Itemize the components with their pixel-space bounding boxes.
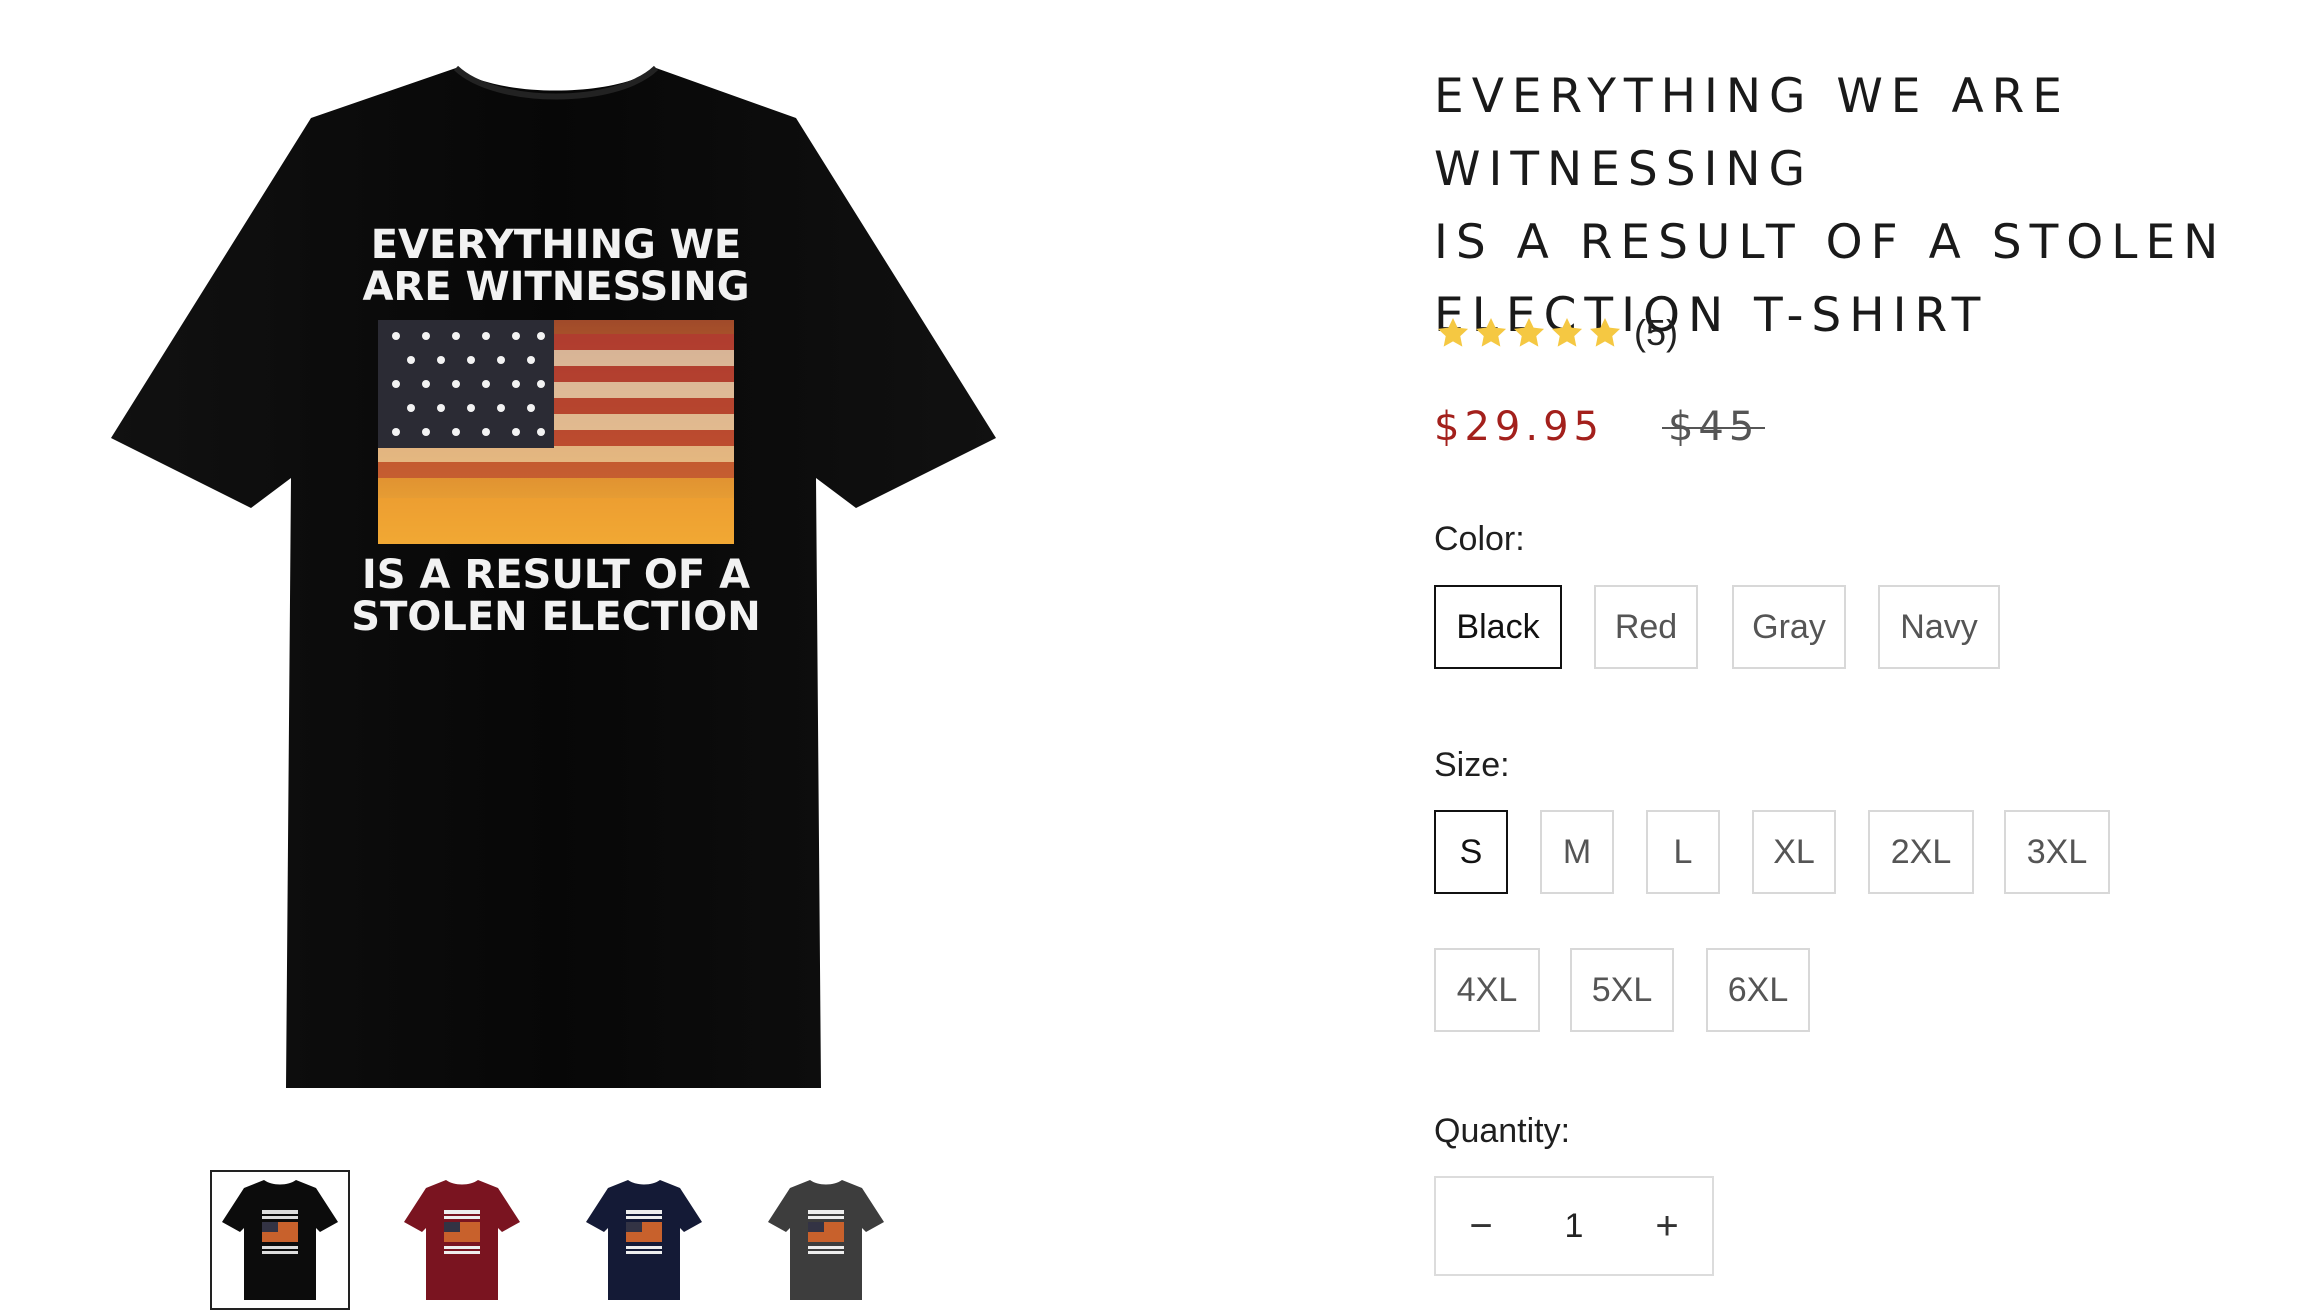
product-rating[interactable]: (5) — [1434, 312, 1678, 354]
star-icon — [1475, 317, 1507, 347]
compare-at-price: $45 — [1661, 404, 1766, 450]
rating-stars — [1434, 314, 1624, 352]
quantity-increase-button[interactable]: + — [1622, 1178, 1712, 1274]
size-label: Size: — [1434, 746, 1510, 784]
size-option-3xl[interactable]: 3XL — [2004, 810, 2110, 894]
size-option-5xl[interactable]: 5XL — [1570, 948, 1674, 1032]
thumbnail-black[interactable] — [210, 1170, 350, 1310]
product-title-line: EVERYTHING WE ARE WITNESSING — [1434, 69, 2070, 197]
size-option-l[interactable]: L — [1646, 810, 1720, 894]
artwork-line-3: IS A RESULT OF A — [362, 552, 750, 598]
artwork-line-1: EVERYTHING WE — [371, 222, 742, 268]
star-icon — [1513, 317, 1545, 347]
size-option-m[interactable]: M — [1540, 810, 1614, 894]
size-option-s[interactable]: S — [1434, 810, 1508, 894]
star-icon — [1589, 317, 1621, 347]
color-option-navy[interactable]: Navy — [1878, 585, 2000, 669]
thumb-shirt-icon — [404, 1180, 520, 1300]
price-row: $29.95 $45 — [1434, 404, 1766, 450]
star-icon — [1437, 317, 1469, 347]
artwork-line-2: ARE WITNESSING — [362, 264, 749, 310]
thumb-shirt-icon — [586, 1180, 702, 1300]
color-option-red[interactable]: Red — [1594, 585, 1698, 669]
quantity-input[interactable] — [1532, 1205, 1616, 1247]
thumb-shirt-icon — [222, 1180, 338, 1300]
thumbnail-red[interactable] — [392, 1170, 532, 1310]
product-title-line: IS A RESULT OF A STOLEN — [1434, 215, 2227, 270]
distressed-flag-graphic — [378, 320, 734, 544]
artwork-line-4: STOLEN ELECTION — [351, 594, 760, 640]
product-title: EVERYTHING WE ARE WITNESSING IS A RESULT… — [1434, 60, 2294, 352]
size-option-xl[interactable]: XL — [1752, 810, 1836, 894]
color-option-gray[interactable]: Gray — [1732, 585, 1846, 669]
color-option-black[interactable]: Black — [1434, 585, 1562, 669]
thumb-shirt-icon — [768, 1180, 884, 1300]
main-product-image[interactable]: EVERYTHING WE ARE WITNESSING IS A RESULT… — [96, 58, 1016, 1118]
color-label: Color: — [1434, 520, 1525, 558]
quantity-label: Quantity: — [1434, 1112, 1571, 1150]
size-option-4xl[interactable]: 4XL — [1434, 948, 1540, 1032]
size-option-6xl[interactable]: 6XL — [1706, 948, 1810, 1032]
star-icon — [1551, 317, 1583, 347]
quantity-decrease-button[interactable]: − — [1436, 1178, 1526, 1274]
thumbnail-navy[interactable] — [574, 1170, 714, 1310]
quantity-stepper: − + — [1434, 1176, 1714, 1276]
size-option-2xl[interactable]: 2XL — [1868, 810, 1974, 894]
rating-count: (5) — [1634, 312, 1678, 353]
sale-price: $29.95 — [1434, 404, 1604, 450]
thumbnail-gray[interactable] — [756, 1170, 896, 1310]
